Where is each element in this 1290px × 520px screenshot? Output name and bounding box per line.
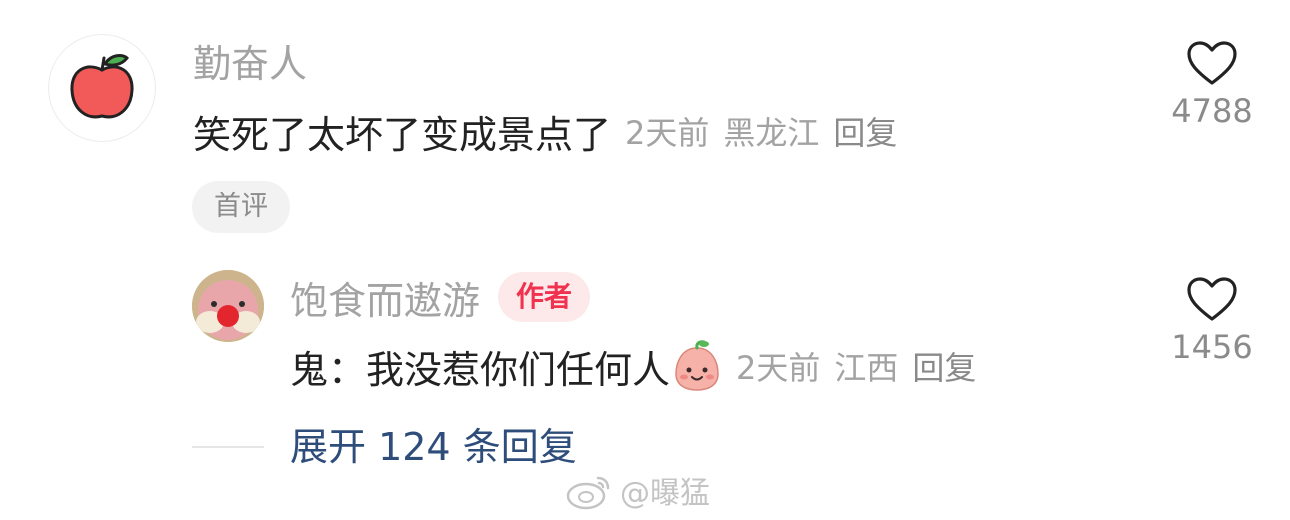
- watermark-text: @曝猛: [620, 476, 710, 511]
- comment-body: 笑死了太坏了变成景点了 2天前 黑龙江 回复: [193, 106, 897, 157]
- weibo-logo-icon: [566, 476, 610, 510]
- reply-time: 2天前: [736, 349, 821, 387]
- reply-like-button[interactable]: 1456: [1152, 276, 1272, 366]
- comment-text: 笑死了太坏了变成景点了: [193, 112, 612, 157]
- heart-icon: [1187, 277, 1237, 321]
- apple-icon: [70, 54, 134, 119]
- avatar-image: [192, 270, 264, 342]
- reply-author-row: 饱食而遨游 作者: [290, 270, 591, 325]
- author-tag-badge: 作者: [498, 272, 591, 322]
- peach-face-icon: [675, 340, 719, 391]
- heart-icon: [1187, 41, 1237, 85]
- reply-author-name[interactable]: 饱食而遨游: [290, 270, 480, 325]
- reply-location: 江西: [834, 349, 899, 387]
- comment-author-name[interactable]: 勤奋人: [193, 40, 307, 88]
- reply-button[interactable]: 回复: [833, 108, 897, 154]
- comment-location: 黑龙江: [723, 114, 820, 152]
- avatar[interactable]: [48, 34, 156, 142]
- like-button[interactable]: 4788: [1152, 40, 1272, 130]
- reply-avatar[interactable]: [192, 270, 264, 342]
- reply-like-count: 1456: [1171, 328, 1253, 366]
- comment-time: 2天前: [625, 114, 710, 152]
- reply-text: 鬼：我没惹你们任何人: [290, 347, 671, 392]
- first-comment-badge: 首评: [192, 181, 290, 233]
- reply-body: 鬼：我没惹你们任何人 2天前 江西 回复: [290, 338, 976, 394]
- expand-divider: [192, 446, 264, 448]
- watermark: @曝猛: [564, 468, 710, 512]
- like-count: 4788: [1171, 92, 1253, 130]
- reply-reply-button[interactable]: 回复: [912, 343, 976, 389]
- expand-replies-button[interactable]: 展开 124 条回复: [290, 422, 577, 472]
